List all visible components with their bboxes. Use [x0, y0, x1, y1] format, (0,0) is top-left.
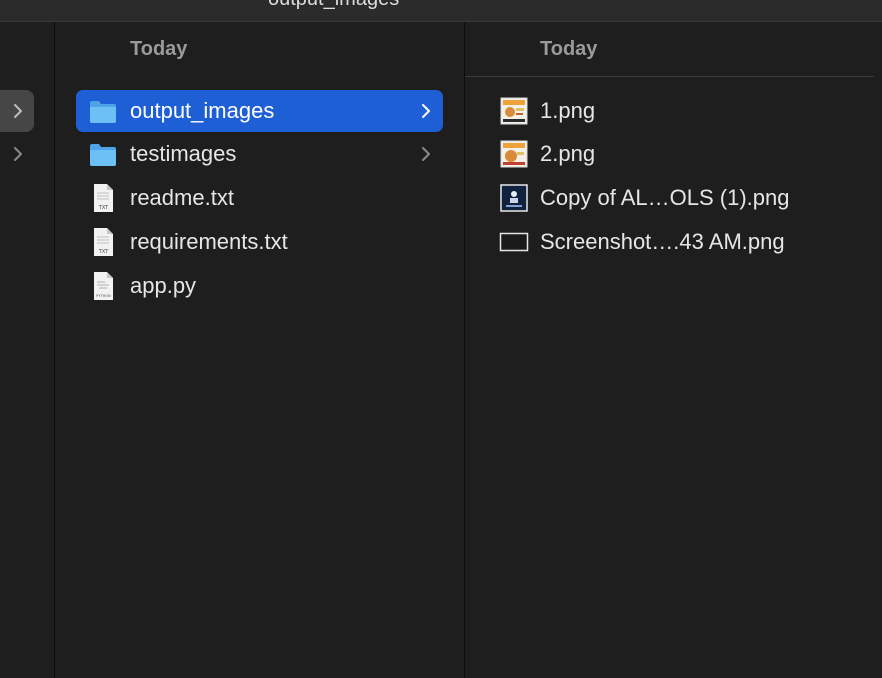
list-item-2-png[interactable]: 2.png: [488, 133, 868, 175]
list-item-output-images[interactable]: output_images: [76, 90, 443, 132]
folder-contents-column: Today output_images testimages TXT readm…: [55, 22, 465, 678]
image-thumbnail-icon: [499, 232, 529, 252]
chevron-right-icon: [14, 147, 22, 161]
parent-row[interactable]: [0, 133, 34, 175]
list-item-testimages[interactable]: testimages: [76, 133, 443, 175]
item-label: Screenshot….43 AM.png: [540, 229, 785, 254]
parent-row-selected[interactable]: [0, 90, 34, 132]
chevron-right-icon: [422, 104, 430, 118]
python-file-icon: PYTHON: [94, 272, 113, 300]
item-label: 1.png: [540, 98, 596, 123]
window-title: output_images: [268, 0, 399, 11]
image-thumbnail-icon: [500, 140, 528, 168]
text-file-icon: TXT: [94, 184, 113, 212]
file-badge: TXT: [98, 205, 109, 211]
list-item-copy-of-al[interactable]: Copy of AL…OLS (1).png: [488, 177, 868, 219]
item-label: Copy of AL…OLS (1).png: [540, 185, 790, 210]
preview-column: Today 1.png 2.png Copy of AL…OLS (1).png…: [465, 22, 882, 678]
image-thumbnail-icon: [500, 97, 528, 125]
item-label: testimages: [130, 141, 237, 166]
chevron-right-icon: [14, 104, 22, 118]
folder-icon: [90, 144, 116, 166]
list-item-readme[interactable]: TXT readme.txt: [76, 177, 443, 219]
item-label: requirements.txt: [130, 229, 288, 254]
column-header: Today: [465, 22, 874, 77]
title-bar[interactable]: output_images: [0, 0, 882, 22]
chevron-right-icon: [422, 147, 430, 161]
column-header: Today: [55, 22, 464, 77]
finder-window: output_images Today output_images: [0, 0, 882, 678]
column-header-label: Today: [540, 38, 598, 60]
parent-column: [0, 22, 55, 678]
file-badge: TXT: [98, 249, 109, 255]
list-item-1-png[interactable]: 1.png: [488, 90, 868, 132]
item-label: 2.png: [540, 141, 596, 166]
image-thumbnail-icon: [500, 184, 528, 212]
item-label: output_images: [130, 98, 275, 123]
list-item-app-py[interactable]: PYTHON app.py: [76, 265, 443, 307]
item-label: readme.txt: [130, 185, 234, 210]
folder-icon: [90, 101, 116, 123]
text-file-icon: TXT: [94, 228, 113, 256]
item-label: app.py: [130, 273, 197, 298]
file-badge: PYTHON: [96, 294, 111, 298]
list-item-requirements[interactable]: TXT requirements.txt: [76, 221, 443, 263]
column-header-label: Today: [130, 38, 188, 60]
list-item-screenshot[interactable]: Screenshot….43 AM.png: [488, 221, 868, 263]
